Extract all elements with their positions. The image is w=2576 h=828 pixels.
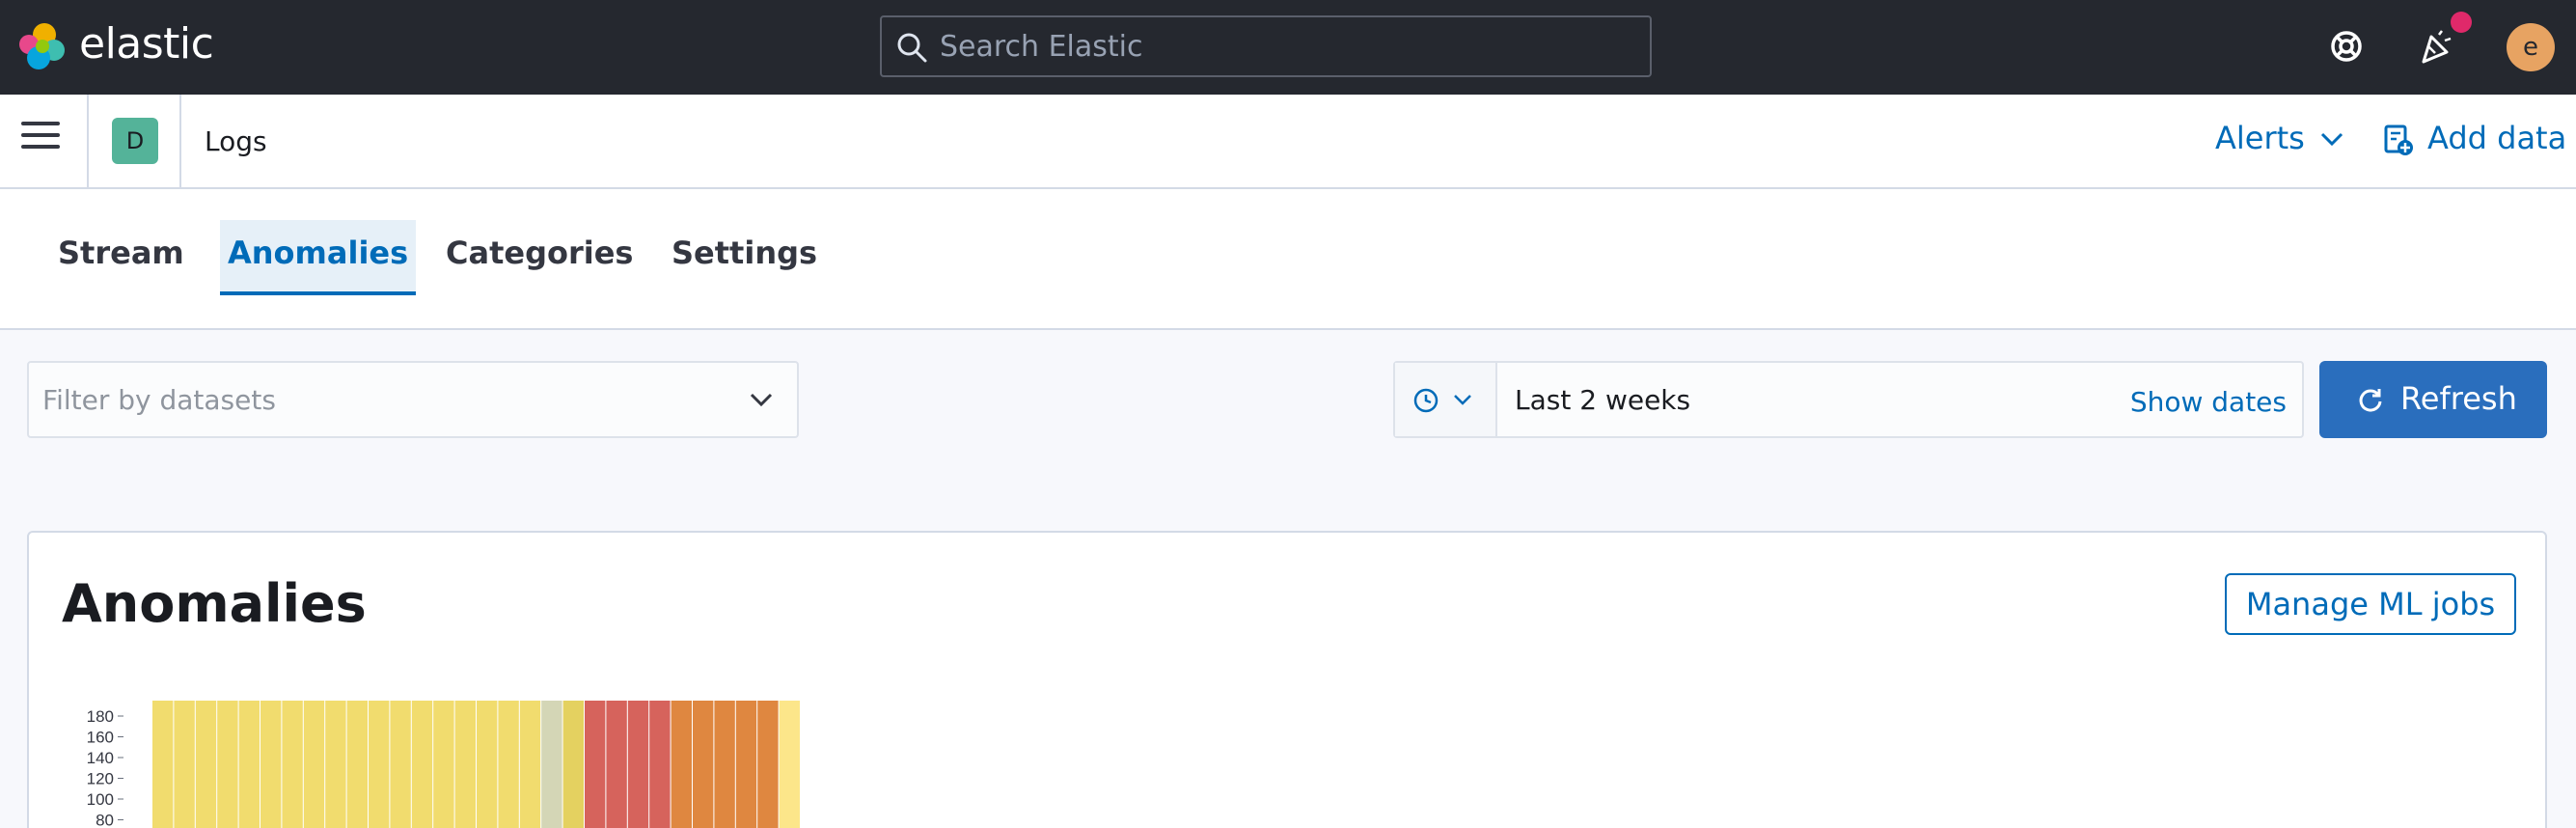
anomaly-bar[interactable] xyxy=(346,701,368,828)
anomaly-bar[interactable] xyxy=(606,701,627,828)
breadcrumb[interactable]: Logs xyxy=(205,125,267,157)
quick-select-button[interactable] xyxy=(1395,363,1497,436)
anomaly-bar[interactable] xyxy=(217,701,238,828)
anomaly-bar[interactable] xyxy=(282,701,303,828)
y-tick-label: 180 xyxy=(87,707,114,726)
brand-name[interactable]: elastic xyxy=(79,19,214,69)
y-axis: 180 160 140 120 100 80 xyxy=(87,707,123,828)
chevron-down-icon[interactable] xyxy=(2319,129,2344,149)
chevron-down-icon xyxy=(750,393,773,407)
tab-anomalies[interactable]: Anomalies xyxy=(220,220,417,295)
refresh-button[interactable]: Refresh xyxy=(2319,361,2547,438)
avatar[interactable]: e xyxy=(2507,23,2555,71)
anomaly-bar[interactable] xyxy=(649,701,671,828)
anomaly-bar[interactable] xyxy=(693,701,714,828)
datasets-filter-placeholder: Filter by datasets xyxy=(42,384,276,416)
anomaly-chart: 180 160 140 120 100 80 xyxy=(87,701,800,828)
datasets-filter[interactable]: Filter by datasets xyxy=(27,361,799,438)
anomaly-bar[interactable] xyxy=(519,701,541,828)
menu-toggle-button[interactable] xyxy=(21,122,60,160)
anomaly-bar[interactable] xyxy=(541,701,562,828)
time-range-value[interactable]: Last 2 weeks xyxy=(1515,384,1690,416)
divider xyxy=(87,95,89,187)
anomaly-bar[interactable] xyxy=(498,701,519,828)
space-avatar[interactable]: D xyxy=(112,118,158,164)
panel-title: Anomalies xyxy=(62,573,367,634)
anomaly-bar[interactable] xyxy=(779,701,800,828)
anomaly-bar[interactable] xyxy=(195,701,217,828)
chart-bars xyxy=(152,701,800,828)
menu-icon-line xyxy=(21,133,60,137)
help-icon[interactable] xyxy=(2321,21,2371,71)
elastic-logo-icon[interactable] xyxy=(17,21,68,71)
menu-icon-line xyxy=(21,145,60,149)
anomaly-bar[interactable] xyxy=(433,701,454,828)
anomaly-bar[interactable] xyxy=(152,701,174,828)
alerts-menu[interactable]: Alerts xyxy=(2215,120,2305,156)
anomaly-bar[interactable] xyxy=(757,701,779,828)
search-icon xyxy=(897,33,927,63)
y-tick-label: 120 xyxy=(87,770,114,788)
anomaly-bar[interactable] xyxy=(390,701,411,828)
anomaly-bar[interactable] xyxy=(174,701,195,828)
show-dates-button[interactable]: Show dates xyxy=(2130,386,2287,418)
global-header: elastic e xyxy=(0,0,2576,95)
add-data-icon[interactable] xyxy=(2383,124,2414,156)
anomaly-bar[interactable] xyxy=(411,701,433,828)
y-tick-label: 140 xyxy=(87,749,114,767)
tab-settings[interactable]: Settings xyxy=(664,220,825,295)
anomaly-bar[interactable] xyxy=(735,701,757,828)
anomaly-bar[interactable] xyxy=(627,701,649,828)
clock-icon xyxy=(1413,388,1471,413)
news-badge xyxy=(2451,12,2472,33)
divider xyxy=(179,95,181,187)
date-picker: Last 2 weeks Show dates xyxy=(1393,361,2304,438)
search-input[interactable] xyxy=(940,25,1634,68)
anomaly-bar[interactable] xyxy=(369,701,390,828)
menu-icon-line xyxy=(21,122,60,125)
anomaly-bar[interactable] xyxy=(714,701,735,828)
tab-bar: Stream Anomalies Categories Settings xyxy=(0,189,2576,330)
anomaly-bar[interactable] xyxy=(585,701,606,828)
refresh-label: Refresh xyxy=(2400,380,2517,417)
global-search[interactable] xyxy=(880,15,1652,77)
tab-stream[interactable]: Stream xyxy=(50,220,192,295)
y-tick-label: 160 xyxy=(87,729,114,747)
anomaly-bar[interactable] xyxy=(238,701,260,828)
breadcrumb-bar: D Logs Alerts Add data xyxy=(0,95,2576,189)
anomaly-bar[interactable] xyxy=(477,701,498,828)
anomaly-bar[interactable] xyxy=(671,701,692,828)
y-tick-label: 80 xyxy=(96,812,114,828)
anomaly-bar[interactable] xyxy=(562,701,584,828)
refresh-icon xyxy=(2359,389,2382,412)
anomaly-bar[interactable] xyxy=(454,701,476,828)
y-tick-label: 100 xyxy=(87,790,114,809)
anomaly-bar[interactable] xyxy=(303,701,325,828)
tab-categories[interactable]: Categories xyxy=(438,220,641,295)
manage-ml-jobs-button[interactable]: Manage ML jobs xyxy=(2225,573,2516,635)
anomaly-bar[interactable] xyxy=(260,701,282,828)
anomaly-bar[interactable] xyxy=(325,701,346,828)
add-data-link[interactable]: Add data xyxy=(2427,120,2566,156)
